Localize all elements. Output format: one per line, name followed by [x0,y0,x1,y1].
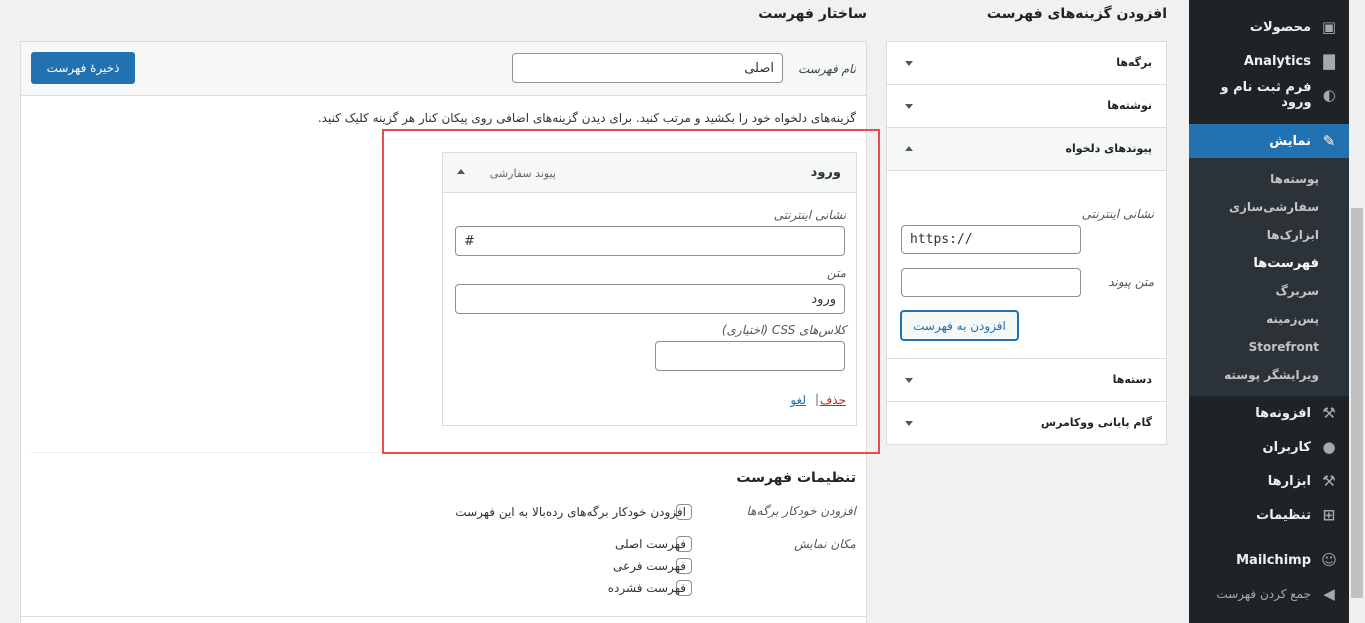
plugin-icon: ⚒ [1322,404,1336,422]
menu-mailchimp[interactable]: ☺ Mailchimp [1189,543,1349,577]
menu-products-label: محصولات [1249,19,1311,35]
menu-analytics[interactable]: ▇ Analytics [1189,44,1349,78]
auto-add-label: افزودن خودکار برگه‌ها [746,504,857,518]
menu-tools-label: ابزارها [1267,473,1311,489]
submenu-storefront[interactable]: Storefront [1189,334,1349,360]
menu-users[interactable]: ● کاربران [1189,430,1349,464]
accordion-posts[interactable]: نوشته‌ها [887,85,1166,128]
menu-mailchimp-label: Mailchimp [1236,552,1311,568]
menu-plugins[interactable]: ⚒ افزونه‌ها [1189,396,1349,430]
submenu-theme-editor[interactable]: ویرایشگر پوسته [1189,362,1349,388]
display-location-label: مکان نمایش [794,537,856,551]
save-menu-button[interactable]: ذخیرهٔ فهرست [31,52,135,84]
menu-analytics-label: Analytics [1243,53,1311,69]
chevron-down-icon[interactable] [905,61,913,66]
mailchimp-icon: ☺ [1321,551,1337,569]
wrench-icon: ⚒ [1322,472,1336,490]
appearance-submenu: پوسته‌ها سفارشی‌سازی ابزارک‌ها فهرست‌ها … [1189,158,1349,396]
menu-appearance[interactable]: ✎ نمایش [1182,124,1349,158]
menu-header: نام فهرست اصلی ذخیرهٔ فهرست [21,42,866,96]
submenu-header[interactable]: سربرگ [1189,278,1349,304]
accordion-pages-title: برگه‌ها [1116,56,1152,69]
menu-tools[interactable]: ⚒ ابزارها [1189,464,1349,498]
menu-instructions: گزینه‌های دلخواه خود را بکشید و مرتب کنی… [317,111,856,125]
menu-settings[interactable]: ⊞ تنظیمات [1189,498,1349,532]
menu-register-login-label: فرم ثبت نام و ورود [1220,80,1312,110]
submenu-customize[interactable]: سفارشی‌سازی [1189,194,1349,220]
custom-link-url-input[interactable]: https:// [901,225,1081,254]
menu-register-login[interactable]: ◐ فرم ثبت نام و ورود [1189,78,1349,112]
accordion-categories-title: دسته‌ها [1112,373,1152,386]
paintbrush-icon: ✎ [1322,132,1336,150]
bar-chart-icon: ▇ [1323,52,1335,70]
accordion-woocommerce-endpoints-title: گام پایانی ووکامرس [1040,416,1152,429]
accordion-custom-links[interactable]: پیوندهای دلخواه نشانی اینترنتی https:// … [887,128,1166,359]
accordion-woocommerce-endpoints[interactable]: گام پایانی ووکامرس [887,402,1166,444]
custom-link-url-label: نشانی اینترنتی [1081,207,1154,221]
chevron-down-icon[interactable] [905,421,913,426]
menu-settings-heading: تنظیمات فهرست [736,470,856,486]
location-handheld-label: فهرست فشرده [607,581,686,595]
menu-plugins-label: افزونه‌ها [1255,405,1311,421]
menu-collapse-label: جمع کردن فهرست [1216,587,1311,601]
box-icon: ▣ [1321,18,1337,36]
settings-icon: ⊞ [1322,506,1336,524]
menu-collapse[interactable]: ◀ جمع کردن فهرست [1189,577,1349,611]
footer-divider [21,616,866,617]
add-to-menu-button[interactable]: افزودن به فهرست [901,311,1018,340]
chevron-down-icon[interactable] [905,104,913,109]
menu-products[interactable]: ▣ محصولات [1189,10,1349,44]
custom-link-text-input[interactable] [901,268,1081,297]
submenu-menus[interactable]: فهرست‌ها [1189,250,1349,276]
collapse-icon: ◀ [1323,585,1335,603]
location-primary-label: فهرست اصلی [614,537,686,551]
accordion-pages[interactable]: برگه‌ها [887,42,1166,85]
page-scrollbar[interactable] [1349,0,1365,623]
menu-name-label: نام فهرست [798,62,856,76]
chevron-down-icon[interactable] [905,378,913,383]
auto-add-option-label: افزودن خودکار برگه‌های رده‌بالا به این ف… [455,505,686,519]
location-secondary-label: فهرست فرعی [612,559,686,573]
menu-settings-label: تنظیمات [1256,507,1311,523]
form-icon: ◐ [1322,86,1336,104]
submenu-themes[interactable]: پوسته‌ها [1189,166,1349,192]
admin-sidebar: ▣ محصولات ▇ Analytics ◐ فرم ثبت نام و ور… [1182,0,1349,623]
menu-name-input[interactable]: اصلی [512,53,783,83]
submenu-widgets[interactable]: ابزارک‌ها [1189,222,1349,248]
accordion-categories[interactable]: دسته‌ها [887,359,1166,402]
custom-link-text-label: متن پیوند [1108,275,1154,289]
accordion-custom-links-title: پیوندهای دلخواه [1065,142,1152,155]
scrollbar-thumb[interactable] [1351,208,1363,598]
submenu-background[interactable]: پس‌زمینه [1189,306,1349,332]
user-icon: ● [1322,438,1336,456]
accordion-posts-title: نوشته‌ها [1107,99,1152,112]
menu-appearance-label: نمایش [1269,133,1311,149]
highlight-box [382,129,880,454]
chevron-up-icon[interactable] [905,146,913,151]
menu-users-label: کاربران [1262,439,1311,455]
add-menu-items-accordion: برگه‌ها نوشته‌ها پیوندهای دلخواه نشانی ا… [886,41,1167,445]
add-menu-items-heading: افزودن گزینه‌های فهرست [986,6,1167,22]
menu-structure-heading: ساختار فهرست [758,6,867,22]
